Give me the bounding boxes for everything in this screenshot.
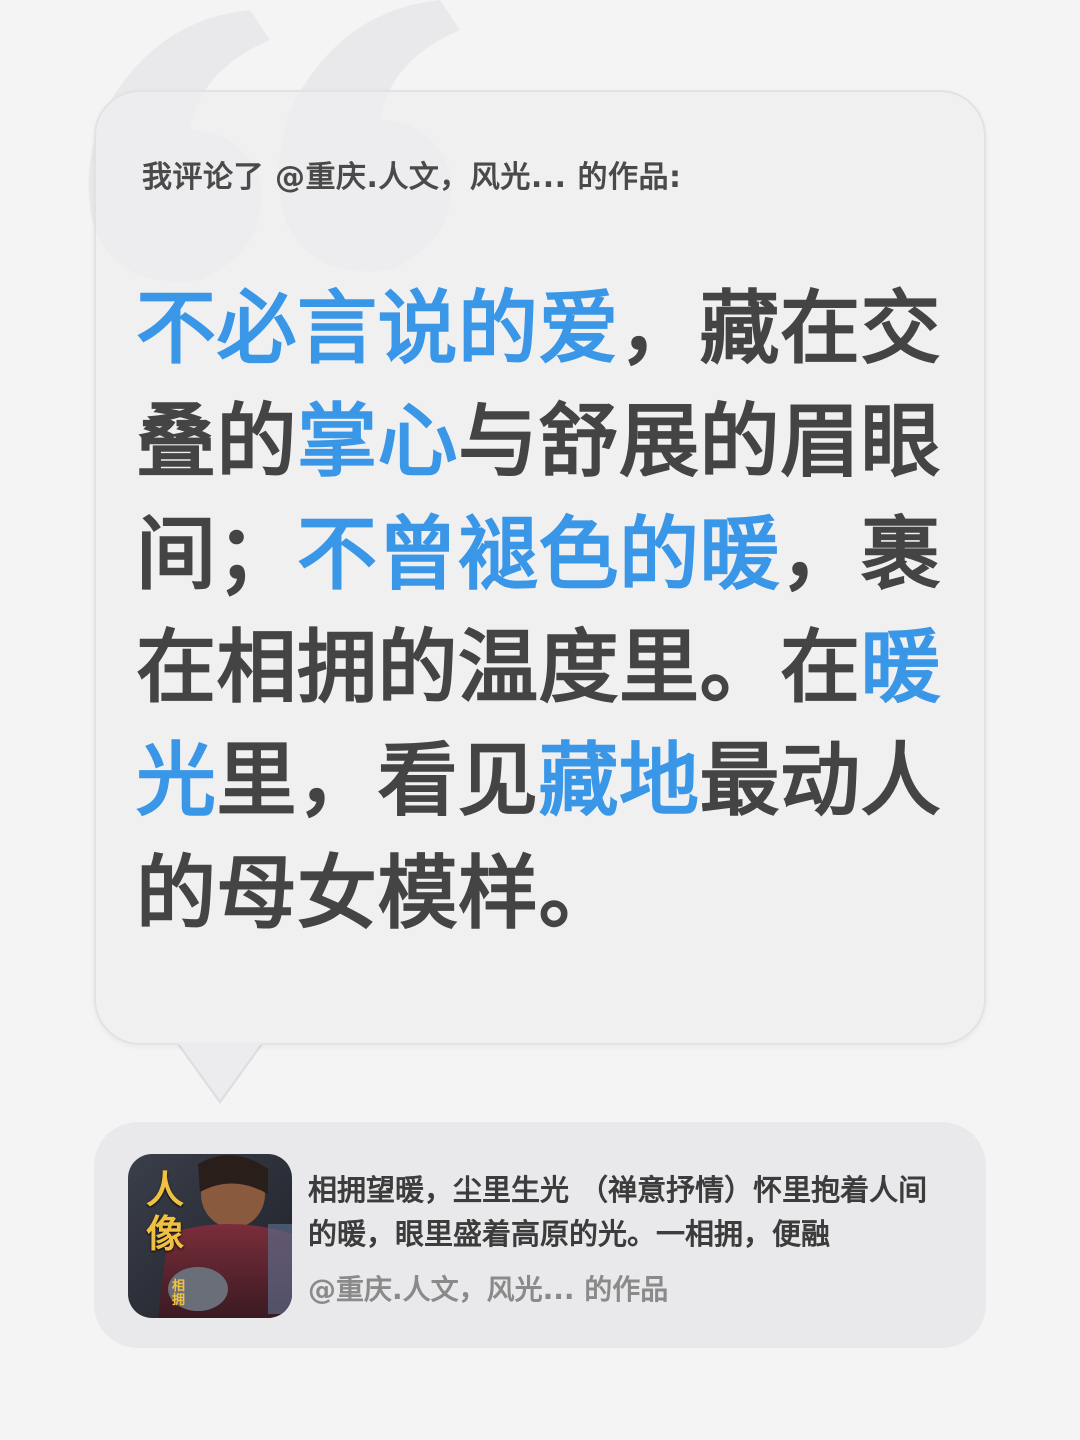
page: 我评论了 @重庆.人文，风光... 的作品: 不必言说的爱，藏在交叠的掌心与舒展… [0, 0, 1080, 1440]
comment-highlight: 掌心 [297, 395, 458, 488]
work-description: 相拥望暖，尘里生光 （禅意抒情）怀里抱着人间的暖，眼里盛着高原的光。一相拥，便融 [308, 1173, 928, 1251]
thumbnail-title: 人像 [146, 1167, 185, 1256]
thumbnail-subtitle: 相拥 [172, 1279, 186, 1308]
work-thumbnail[interactable]: 人像 相拥 [128, 1154, 292, 1318]
bubble-tail [178, 1042, 262, 1100]
comment-highlight: 藏地 [538, 734, 700, 827]
comment-intro: 我评论了 @重庆.人文，风光... 的作品: [142, 160, 682, 195]
comment-highlight: 不曾褪色的暖 [297, 508, 780, 601]
comment-text: 不必言说的爱，藏在交叠的掌心与舒展的眉眼间；不曾褪色的暖，裹在相拥的温度里。在暖… [136, 272, 956, 950]
comment-highlight: 不必言说的爱 [136, 282, 619, 375]
work-author[interactable]: @重庆.人文，风光... 的作品 [308, 1268, 668, 1308]
comment-segment: 里，看见 [216, 734, 539, 827]
